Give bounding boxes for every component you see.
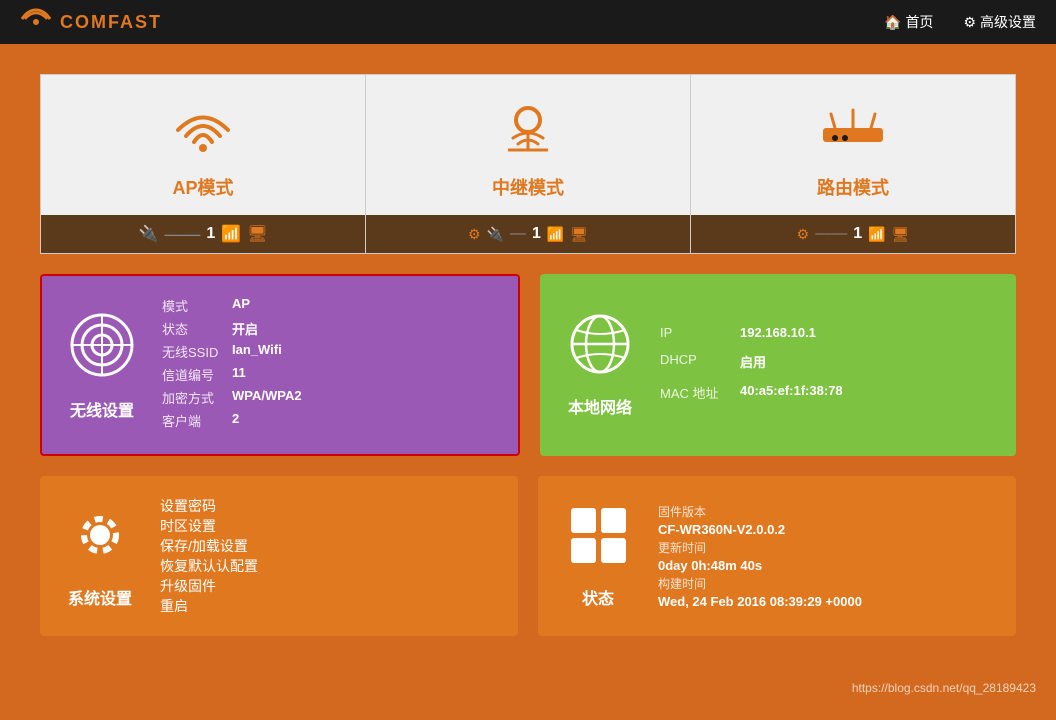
relay-label: 中继模式 xyxy=(492,174,564,200)
router-diagram: ⚙ —— 1 📶 🖥 xyxy=(691,215,1015,253)
system-menu-1: 时区设置 xyxy=(160,516,498,536)
monitor-icon: 🖥 xyxy=(247,224,267,244)
mode-card-router-top: 路由模式 xyxy=(691,75,1015,215)
ap-icon xyxy=(168,100,238,164)
network-icon-wrap: 本地网络 xyxy=(560,312,640,418)
logo-icon xyxy=(20,8,52,36)
mode-card-router[interactable]: 路由模式 ⚙ —— 1 📶 🖥 xyxy=(691,75,1015,253)
wifi-icon: 📶 xyxy=(221,224,241,244)
mode-card-relay-top: 中继模式 xyxy=(366,75,690,215)
logo: COMFAST xyxy=(20,8,162,36)
system-menu-2: 保存/加载设置 xyxy=(160,536,498,556)
mode-card-ap-top: AP模式 xyxy=(41,75,365,215)
feature-tiles-row1: 无线设置 模式 AP 状态 开启 无线SSID Ian_Wifi 信道编号 11 xyxy=(40,274,1016,456)
wireless-icon-wrap: 无线设置 xyxy=(62,310,142,421)
home-icon: 🏠 xyxy=(884,14,901,31)
status-info: 固件版本 CF-WR360N-V2.0.0.2 更新时间 0day 0h:48m… xyxy=(658,503,996,609)
footer: https://blog.csdn.net/qq_28189423 xyxy=(0,676,1056,700)
relay-icon xyxy=(493,100,563,164)
network-icon xyxy=(568,312,633,386)
system-menu-3: 恢复默认认配置 xyxy=(160,556,498,576)
system-menu-0: 设置密码 xyxy=(160,496,498,516)
wifi-icon3: 📶 xyxy=(868,226,885,243)
wifi-icon2: 📶 xyxy=(547,226,564,243)
tile-network[interactable]: 本地网络 IP 192.168.10.1 DHCP 启用 MAC 地址 40:a… xyxy=(540,274,1016,456)
system-info: 设置密码 时区设置 保存/加载设置 恢复默认认配置 升级固件 重启 xyxy=(160,496,498,616)
ap-label: AP模式 xyxy=(172,174,233,200)
monitor-icon3: 🖥 xyxy=(892,226,910,243)
wireless-info: 模式 AP 状态 开启 无线SSID Ian_Wifi 信道编号 11 加密方式 xyxy=(162,296,498,434)
tile-status[interactable]: 状态 固件版本 CF-WR360N-V2.0.0.2 更新时间 0day 0h:… xyxy=(538,476,1016,636)
plug-icon2: 🔌 xyxy=(487,226,504,243)
system-menu-4: 升级固件 xyxy=(160,576,498,596)
gear-icon: ⚙ xyxy=(963,14,976,31)
relay-diagram: ⚙ 🔌 — 1 📶 🖥 xyxy=(366,215,690,253)
footer-url: https://blog.csdn.net/qq_28189423 xyxy=(852,681,1036,695)
logo-text: COMFAST xyxy=(60,12,162,33)
status-icon-wrap: 状态 xyxy=(558,503,638,609)
header-nav: 🏠 首页 ⚙ 高级设置 xyxy=(884,12,1036,32)
system-label: 系统设置 xyxy=(68,585,132,609)
feature-tiles-row2: 系统设置 设置密码 时区设置 保存/加载设置 恢复默认认配置 升级固件 重启 xyxy=(40,476,1016,636)
tile-wireless[interactable]: 无线设置 模式 AP 状态 开启 无线SSID Ian_Wifi 信道编号 11 xyxy=(40,274,520,456)
nav-home[interactable]: 🏠 首页 xyxy=(884,12,933,32)
header: COMFAST 🏠 首页 ⚙ 高级设置 xyxy=(0,0,1056,44)
router-icon xyxy=(813,100,893,164)
ap-diagram: 🔌 —— 1 📶 🖥 xyxy=(41,215,365,253)
system-icon xyxy=(68,503,133,577)
system-icon-wrap: 系统设置 xyxy=(60,503,140,609)
wireless-icon xyxy=(67,310,137,389)
status-label: 状态 xyxy=(582,585,614,609)
main-content: AP模式 🔌 —— 1 📶 🖥 xyxy=(0,44,1056,676)
wireless-label: 无线设置 xyxy=(70,397,134,421)
plug-icon: 🔌 xyxy=(138,224,158,244)
status-icon xyxy=(566,503,631,577)
gear-icon3: ⚙ xyxy=(797,226,810,243)
mode-card-ap[interactable]: AP模式 🔌 —— 1 📶 🖥 xyxy=(41,75,366,253)
monitor-icon2: 🖥 xyxy=(570,226,588,243)
nav-advanced[interactable]: ⚙ 高级设置 xyxy=(963,12,1036,32)
gear-icon2: ⚙ xyxy=(468,226,481,243)
mode-card-relay[interactable]: 中继模式 ⚙ 🔌 — 1 📶 🖥 xyxy=(366,75,691,253)
network-info: IP 192.168.10.1 DHCP 启用 MAC 地址 40:a5:ef:… xyxy=(660,325,996,406)
mode-cards: AP模式 🔌 —— 1 📶 🖥 xyxy=(40,74,1016,254)
router-label: 路由模式 xyxy=(817,174,889,200)
network-label: 本地网络 xyxy=(568,394,632,418)
tile-system[interactable]: 系统设置 设置密码 时区设置 保存/加载设置 恢复默认认配置 升级固件 重启 xyxy=(40,476,518,636)
system-menu-5: 重启 xyxy=(160,596,498,616)
